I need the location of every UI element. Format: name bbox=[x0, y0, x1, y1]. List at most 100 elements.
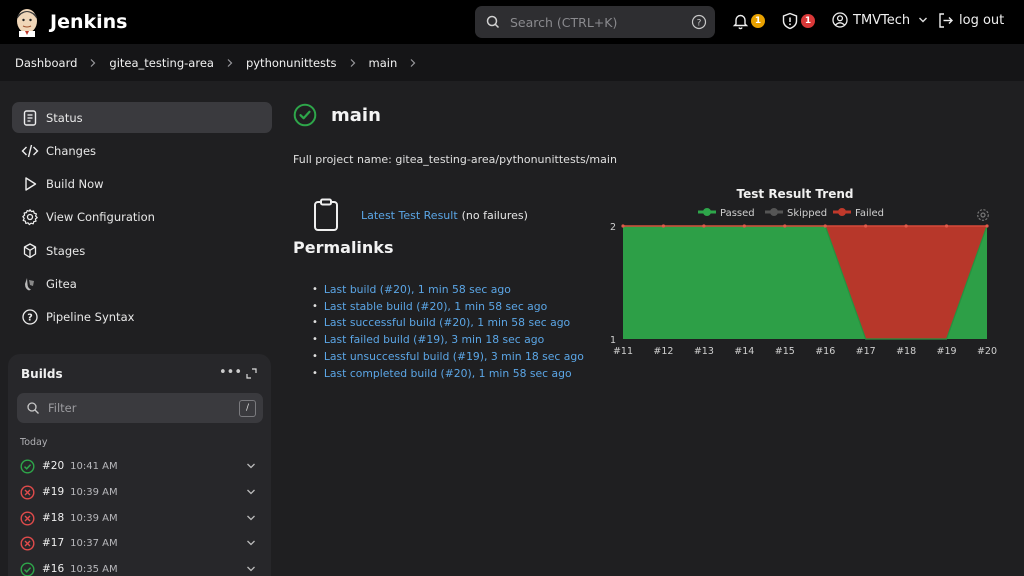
chevron-down-icon[interactable] bbox=[246, 565, 256, 573]
logout-icon bbox=[939, 13, 953, 28]
breadcrumb-folder[interactable]: gitea_testing-area bbox=[109, 56, 214, 70]
stages-icon bbox=[23, 242, 37, 258]
build-row[interactable]: #17 10:37 AM bbox=[20, 532, 256, 554]
sidebar-item-label: Status bbox=[46, 110, 83, 125]
latest-test-result: Latest Test Result (no failures) bbox=[313, 198, 528, 232]
permalink-last-unsuccessful-build[interactable]: Last unsuccessful build (#19), 3 min 18 … bbox=[313, 348, 584, 365]
search-help-icon[interactable]: ? bbox=[691, 14, 707, 30]
top-header: Jenkins ? 1 1 TMVTech bbox=[0, 0, 1024, 44]
chevron-right-icon bbox=[350, 58, 355, 67]
data-point[interactable] bbox=[661, 224, 666, 228]
x-tick-label: #18 bbox=[896, 346, 916, 357]
data-point[interactable] bbox=[702, 224, 706, 228]
builds-filter[interactable]: / bbox=[17, 393, 263, 423]
data-point[interactable] bbox=[823, 224, 827, 228]
breadcrumb-project[interactable]: pythonunittests bbox=[246, 56, 337, 70]
data-point[interactable] bbox=[944, 224, 949, 228]
builds-filter-input[interactable] bbox=[48, 401, 228, 415]
permalink-last-failed-build[interactable]: Last failed build (#19), 3 min 18 sec ag… bbox=[313, 331, 584, 348]
chevron-down-icon[interactable] bbox=[246, 539, 256, 547]
chart-settings-icon[interactable] bbox=[977, 209, 989, 221]
x-tick-label: #17 bbox=[856, 346, 876, 357]
data-point[interactable] bbox=[783, 224, 787, 228]
legend-marker-passed[interactable] bbox=[703, 208, 711, 216]
breadcrumb-dashboard[interactable]: Dashboard bbox=[15, 56, 77, 70]
x-tick-label: #15 bbox=[775, 346, 795, 357]
build-row[interactable]: #19 10:39 AM bbox=[20, 481, 256, 503]
build-number[interactable]: #16 bbox=[42, 563, 64, 575]
logout-button[interactable]: log out bbox=[937, 12, 1004, 29]
chevron-down-icon[interactable] bbox=[246, 462, 256, 470]
sidebar-item-stages[interactable]: Stages bbox=[12, 235, 272, 266]
legend-label-passed[interactable]: Passed bbox=[720, 208, 755, 219]
main-content: main Full project name: gitea_testing-ar… bbox=[283, 81, 1024, 576]
code-icon bbox=[21, 144, 39, 157]
permalink-last-completed-build[interactable]: Last completed build (#20), 1 min 58 sec… bbox=[313, 365, 584, 382]
legend-label-failed[interactable]: Failed bbox=[855, 208, 884, 219]
search-box[interactable]: ? bbox=[475, 6, 715, 38]
success-status-icon bbox=[293, 103, 317, 127]
build-number[interactable]: #20 bbox=[42, 460, 64, 472]
security-button[interactable]: 1 bbox=[781, 12, 815, 30]
data-point[interactable] bbox=[904, 224, 908, 228]
jenkins-butler-icon bbox=[17, 9, 37, 37]
permalinks-list: Last build (#20), 1 min 58 sec ago Last … bbox=[313, 281, 584, 382]
build-number[interactable]: #18 bbox=[42, 512, 64, 524]
sidebar-item-label: Stages bbox=[46, 243, 86, 258]
more-options-icon[interactable]: ••• bbox=[219, 365, 242, 380]
permalinks-heading: Permalinks bbox=[293, 238, 394, 257]
build-row[interactable]: #16 10:35 AM bbox=[20, 558, 256, 576]
user-menu[interactable]: TMVTech bbox=[832, 12, 928, 28]
latest-test-result-link[interactable]: Latest Test Result bbox=[361, 209, 458, 222]
build-row[interactable]: #20 10:41 AM bbox=[20, 455, 256, 477]
permalink-last-build[interactable]: Last build (#20), 1 min 58 sec ago bbox=[313, 281, 584, 298]
expand-icon[interactable] bbox=[246, 368, 257, 379]
sidebar-item-changes[interactable]: Changes bbox=[12, 135, 272, 166]
sidebar-item-status[interactable]: Status bbox=[12, 102, 272, 133]
failed-icon bbox=[20, 484, 35, 500]
y-tick-label: 1 bbox=[610, 335, 616, 346]
build-number[interactable]: #19 bbox=[42, 486, 64, 498]
permalink-last-successful-build[interactable]: Last successful build (#20), 1 min 58 se… bbox=[313, 315, 584, 332]
security-badge: 1 bbox=[801, 14, 815, 28]
data-point[interactable] bbox=[985, 224, 989, 228]
data-point[interactable] bbox=[621, 224, 625, 228]
legend-label-skipped[interactable]: Skipped bbox=[787, 208, 827, 219]
x-tick-label: #19 bbox=[937, 346, 957, 357]
sidebar-item-view-configuration[interactable]: View Configuration bbox=[12, 201, 272, 232]
builds-title: Builds bbox=[21, 367, 63, 381]
svg-text:?: ? bbox=[27, 312, 33, 323]
jenkins-logo[interactable]: Jenkins bbox=[14, 7, 127, 37]
sidebar-item-gitea[interactable]: Gitea bbox=[12, 268, 272, 299]
filter-shortcut-key: / bbox=[239, 400, 256, 417]
search-icon bbox=[486, 15, 500, 29]
chevron-down-icon[interactable] bbox=[246, 514, 256, 522]
data-point[interactable] bbox=[864, 224, 868, 228]
breadcrumb-branch[interactable]: main bbox=[369, 56, 398, 70]
search-input[interactable] bbox=[510, 14, 680, 30]
legend-marker-skipped[interactable] bbox=[770, 208, 778, 216]
full-project-name: Full project name: gitea_testing-area/py… bbox=[293, 153, 617, 166]
notifications-button[interactable]: 1 bbox=[732, 12, 765, 30]
chevron-down-icon[interactable] bbox=[246, 488, 256, 496]
build-row[interactable]: #18 10:39 AM bbox=[20, 507, 256, 529]
chart-title: Test Result Trend bbox=[737, 187, 854, 201]
build-number[interactable]: #17 bbox=[42, 537, 64, 549]
build-time: 10:41 AM bbox=[70, 460, 118, 472]
sidebar-item-build-now[interactable]: Build Now bbox=[12, 168, 272, 199]
permalink-last-stable-build[interactable]: Last stable build (#20), 1 min 58 sec ag… bbox=[313, 298, 584, 315]
chevron-right-icon[interactable] bbox=[409, 58, 417, 68]
test-result-summary: (no failures) bbox=[461, 208, 528, 222]
logout-label: log out bbox=[959, 13, 1005, 28]
brand-name: Jenkins bbox=[50, 11, 128, 33]
test-result-trend-chart[interactable]: Test Result Trend Passed Skipped Failed 1 2… bbox=[603, 181, 1003, 371]
legend-marker-failed[interactable] bbox=[838, 208, 846, 216]
data-point[interactable] bbox=[742, 224, 746, 228]
user-name: TMVTech bbox=[853, 12, 911, 28]
breadcrumb: Dashboard gitea_testing-area pythonunitt… bbox=[0, 44, 1024, 81]
shield-icon bbox=[782, 12, 798, 30]
x-tick-label: #11 bbox=[613, 346, 633, 357]
sidebar-item-pipeline-syntax[interactable]: ? Pipeline Syntax bbox=[12, 301, 272, 332]
sidebar-item-label: Build Now bbox=[46, 176, 104, 191]
chart-legend[interactable]: Passed Skipped Failed bbox=[698, 208, 884, 219]
